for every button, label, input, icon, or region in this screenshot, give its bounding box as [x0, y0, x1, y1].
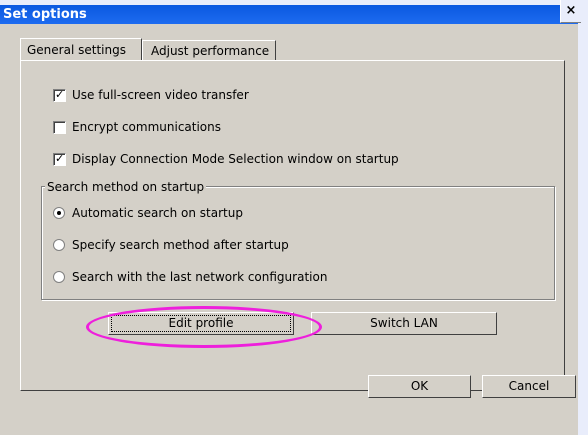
tab-label: General settings: [27, 43, 126, 57]
window-title: Set options: [3, 7, 87, 22]
checkbox-label: Encrypt communications: [72, 120, 222, 134]
set-options-dialog: Set options × Adjust performance General…: [0, 0, 588, 435]
switch-lan-label: Switch LAN: [370, 316, 438, 330]
close-icon: ×: [565, 3, 577, 18]
right-margin: [578, 24, 588, 435]
highlight-ellipse: [86, 306, 322, 348]
radio-button[interactable]: [53, 207, 65, 219]
close-button[interactable]: ×: [560, 0, 581, 23]
radio-label: Specify search method after startup: [72, 238, 289, 252]
cancel-button[interactable]: Cancel: [482, 375, 576, 398]
checkbox-label: Display Connection Mode Selection window…: [72, 152, 399, 166]
checkbox-label: Use full-screen video transfer: [72, 88, 249, 102]
checkbox[interactable]: ✓: [53, 152, 66, 166]
checkmark-icon: ✓: [55, 88, 65, 101]
search-method-legend: Search method on startup: [45, 180, 207, 194]
title-bar: Set options: [0, 5, 578, 24]
radio-label: Search with the last network configurati…: [72, 270, 328, 284]
radio-button[interactable]: [53, 239, 65, 251]
radio-label: Automatic search on startup: [72, 206, 243, 220]
ok-button[interactable]: OK: [368, 375, 471, 398]
checkbox[interactable]: [53, 121, 66, 134]
cancel-label: Cancel: [508, 379, 550, 393]
radio-button[interactable]: [53, 271, 65, 283]
ok-label: OK: [410, 379, 429, 393]
dialog-body: Adjust performance General settings ✓ Us…: [0, 24, 579, 435]
tab-adjust-performance[interactable]: Adjust performance: [142, 40, 276, 61]
tab-label: Adjust performance: [151, 44, 270, 58]
radio-dot-icon: [57, 211, 61, 215]
tab-general-settings[interactable]: General settings: [20, 38, 142, 61]
checkbox[interactable]: ✓: [53, 88, 66, 102]
switch-lan-button[interactable]: Switch LAN: [311, 312, 497, 335]
checkmark-icon: ✓: [55, 152, 65, 165]
